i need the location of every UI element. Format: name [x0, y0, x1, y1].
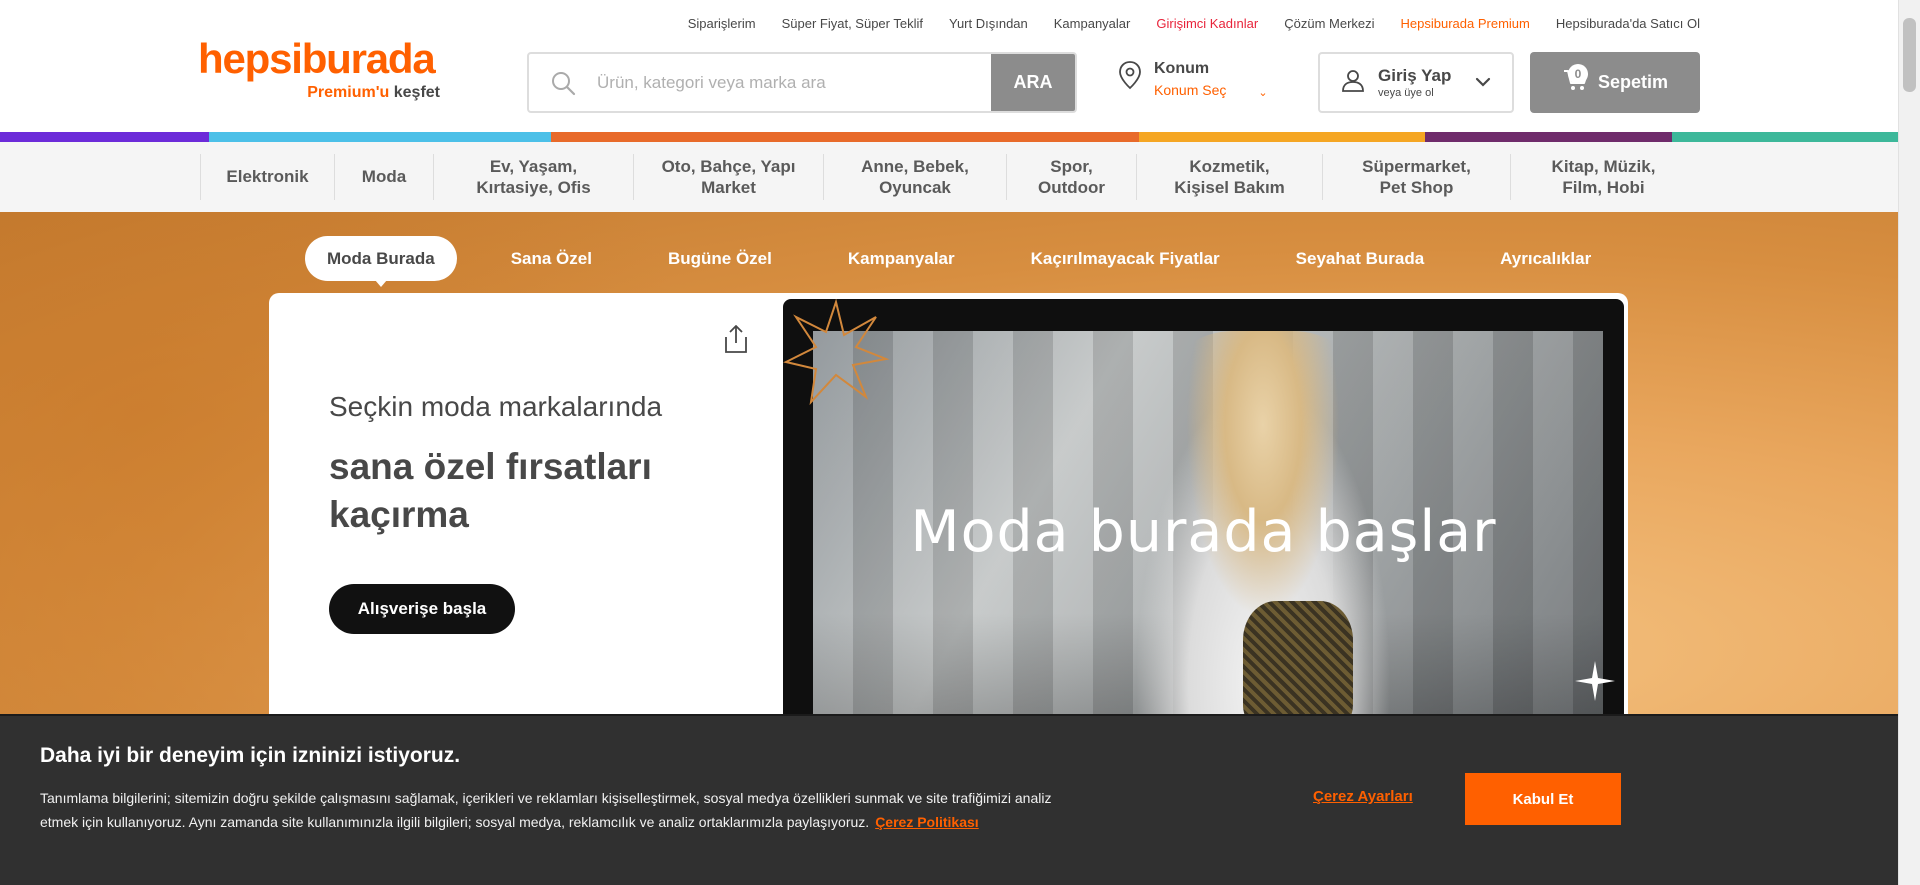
location-pin-icon: [1118, 60, 1142, 95]
category-label-line2: Kırtasiye, Ofis: [476, 178, 591, 197]
category-label-line2: Oyuncak: [879, 178, 951, 197]
top-link-campaigns[interactable]: Kampanyalar: [1054, 16, 1131, 31]
page-scrollbar[interactable]: [1898, 0, 1920, 885]
top-links: Siparişlerim Süper Fiyat, Süper Teklif Y…: [688, 16, 1700, 31]
category-label-line1: Ev, Yaşam,: [489, 156, 578, 176]
category-menu: Elektronik Moda Ev, Yaşam, Kırtasiye, Ofi…: [0, 142, 1898, 212]
accept-cookies-button[interactable]: Kabul Et: [1465, 773, 1621, 825]
hero-tab-today[interactable]: Bugüne Özel: [630, 236, 810, 281]
cookie-policy-link[interactable]: Çerez Politikası: [875, 814, 979, 830]
category-label-line1: Oto, Bahçe, Yapı: [661, 156, 796, 176]
logo-tagline-rest: keşfet: [393, 84, 440, 101]
category-label-line2: Market: [701, 178, 756, 197]
category-label-line2: Pet Shop: [1379, 178, 1454, 197]
site-header: Siparişlerim Süper Fiyat, Süper Teklif Y…: [0, 0, 1898, 132]
logo[interactable]: hepsiburada Premium'u keşfet: [198, 38, 440, 102]
cookie-text: Tanımlama bilgilerini; sitemizin doğru ş…: [40, 786, 1060, 834]
category-label-line1: Süpermarket,: [1362, 156, 1471, 176]
search-button[interactable]: ARA: [991, 54, 1075, 111]
search-input[interactable]: [597, 54, 991, 111]
hero-tabs: Moda Burada Sana Özel Bugüne Özel Kampan…: [305, 236, 1629, 287]
category-label-line1: Anne, Bebek,: [861, 156, 969, 176]
category-home-living[interactable]: Ev, Yaşam, Kırtasiye, Ofis: [433, 154, 633, 200]
category-mother-baby[interactable]: Anne, Bebek, Oyuncak: [823, 154, 1006, 200]
location-action: Konum Seç: [1154, 82, 1227, 98]
hero-tab-campaigns[interactable]: Kampanyalar: [810, 236, 993, 281]
hero-headline: sana özel fırsatları kaçırma: [329, 446, 652, 536]
hero-tab-deals[interactable]: Kaçırılmayacak Fiyatlar: [993, 236, 1258, 281]
cookie-settings-link[interactable]: Çerez Ayarları: [1313, 788, 1413, 805]
login-title: Giriş Yap: [1378, 66, 1452, 85]
hero-tab-for-you[interactable]: Sana Özel: [473, 236, 630, 281]
category-label: Kitap, Müzik, Film, Hobi: [1552, 156, 1656, 199]
top-link-help-center[interactable]: Çözüm Merkezi: [1284, 16, 1374, 31]
category-sports[interactable]: Spor, Outdoor: [1006, 154, 1136, 200]
category-electronics[interactable]: Elektronik: [200, 154, 334, 200]
login-button[interactable]: Giriş Yap veya üye ol: [1318, 52, 1514, 113]
stripe-segment: [1672, 132, 1898, 142]
top-link-become-seller[interactable]: Hepsiburada'da Satıcı Ol: [1556, 16, 1700, 31]
user-icon: [1340, 67, 1366, 98]
category-label-line2: Outdoor: [1037, 178, 1106, 197]
chevron-down-icon: ⌄: [1258, 87, 1268, 99]
category-label: Süpermarket, Pet Shop: [1362, 156, 1471, 199]
category-label: Anne, Bebek, Oyuncak: [861, 156, 969, 199]
logo-tagline: Premium'u keşfet: [198, 84, 440, 102]
category-label-line2: Film, Hobi: [1562, 178, 1645, 197]
category-books-music[interactable]: Kitap, Müzik, Film, Hobi: [1510, 154, 1696, 200]
category-cosmetics[interactable]: Kozmetik, Kişisel Bakım: [1136, 154, 1322, 200]
share-icon[interactable]: [721, 323, 751, 360]
chevron-down-icon: [1475, 74, 1491, 92]
top-link-abroad[interactable]: Yurt Dışından: [949, 16, 1028, 31]
cookie-title: Daha iyi bir deneyim için izninizi istiy…: [40, 744, 461, 767]
top-link-premium[interactable]: Hepsiburada Premium: [1401, 16, 1530, 31]
cart-count-badge: 0: [1568, 64, 1588, 84]
cart-label: Sepetim: [1597, 72, 1669, 92]
location-selector[interactable]: Konum Konum Seç ⌄: [1118, 60, 1268, 99]
category-label: Kozmetik, Kişisel Bakım: [1174, 156, 1285, 199]
stripe-segment: [551, 132, 1139, 142]
stripe-segment: [209, 132, 551, 142]
category-label: Elektronik: [226, 167, 309, 187]
cart-button[interactable]: 0 Sepetim: [1530, 52, 1700, 113]
scrollbar-thumb[interactable]: [1903, 18, 1916, 92]
starburst-icon: [783, 299, 890, 406]
logo-tagline-accent: Premium'u: [307, 84, 390, 101]
category-label: Ev, Yaşam, Kırtasiye, Ofis: [476, 156, 590, 199]
login-subtitle: veya üye ol: [1378, 87, 1434, 99]
category-supermarket[interactable]: Süpermarket, Pet Shop: [1322, 154, 1510, 200]
search-icon: [529, 54, 597, 111]
top-link-super-price[interactable]: Süper Fiyat, Süper Teklif: [782, 16, 923, 31]
stripe-segment: [1139, 132, 1425, 142]
logo-wordmark: hepsiburada: [198, 35, 436, 82]
sparkle-icon: [1575, 661, 1615, 701]
category-label: Spor, Outdoor: [1038, 156, 1105, 199]
search-bar: ARA: [527, 52, 1077, 113]
category-label-line1: Kozmetik,: [1189, 156, 1270, 176]
top-link-orders[interactable]: Siparişlerim: [688, 16, 756, 31]
stripe-segment: [0, 132, 209, 142]
category-label-line1: Spor,: [1050, 156, 1093, 176]
category-label-line2: Kişisel Bakım: [1174, 178, 1285, 197]
category-label-line1: Kitap, Müzik,: [1551, 156, 1656, 176]
hero-tab-fashion[interactable]: Moda Burada: [305, 236, 457, 287]
category-auto-garden[interactable]: Oto, Bahçe, Yapı Market: [633, 154, 823, 200]
hero-tab-privileges[interactable]: Ayrıcalıklar: [1462, 236, 1629, 281]
brand-color-stripe: [0, 132, 1898, 142]
cookie-consent-banner: Daha iyi bir deneyim için izninizi istiy…: [0, 714, 1898, 885]
location-title: Konum: [1154, 60, 1210, 77]
hero-subtitle: Seçkin moda markalarında: [329, 391, 663, 422]
top-link-women-entrepreneurs[interactable]: Girişimci Kadınlar: [1156, 16, 1258, 31]
banner-headline: Moda burada başlar: [910, 499, 1497, 565]
stripe-segment: [1425, 132, 1672, 142]
banner-bag: [1243, 601, 1353, 731]
hero-tab-travel[interactable]: Seyahat Burada: [1258, 236, 1463, 281]
category-label: Oto, Bahçe, Yapı Market: [662, 156, 796, 199]
category-fashion[interactable]: Moda: [334, 154, 433, 200]
category-label: Moda: [361, 167, 407, 187]
start-shopping-button[interactable]: Alışverişe başla: [329, 584, 515, 634]
